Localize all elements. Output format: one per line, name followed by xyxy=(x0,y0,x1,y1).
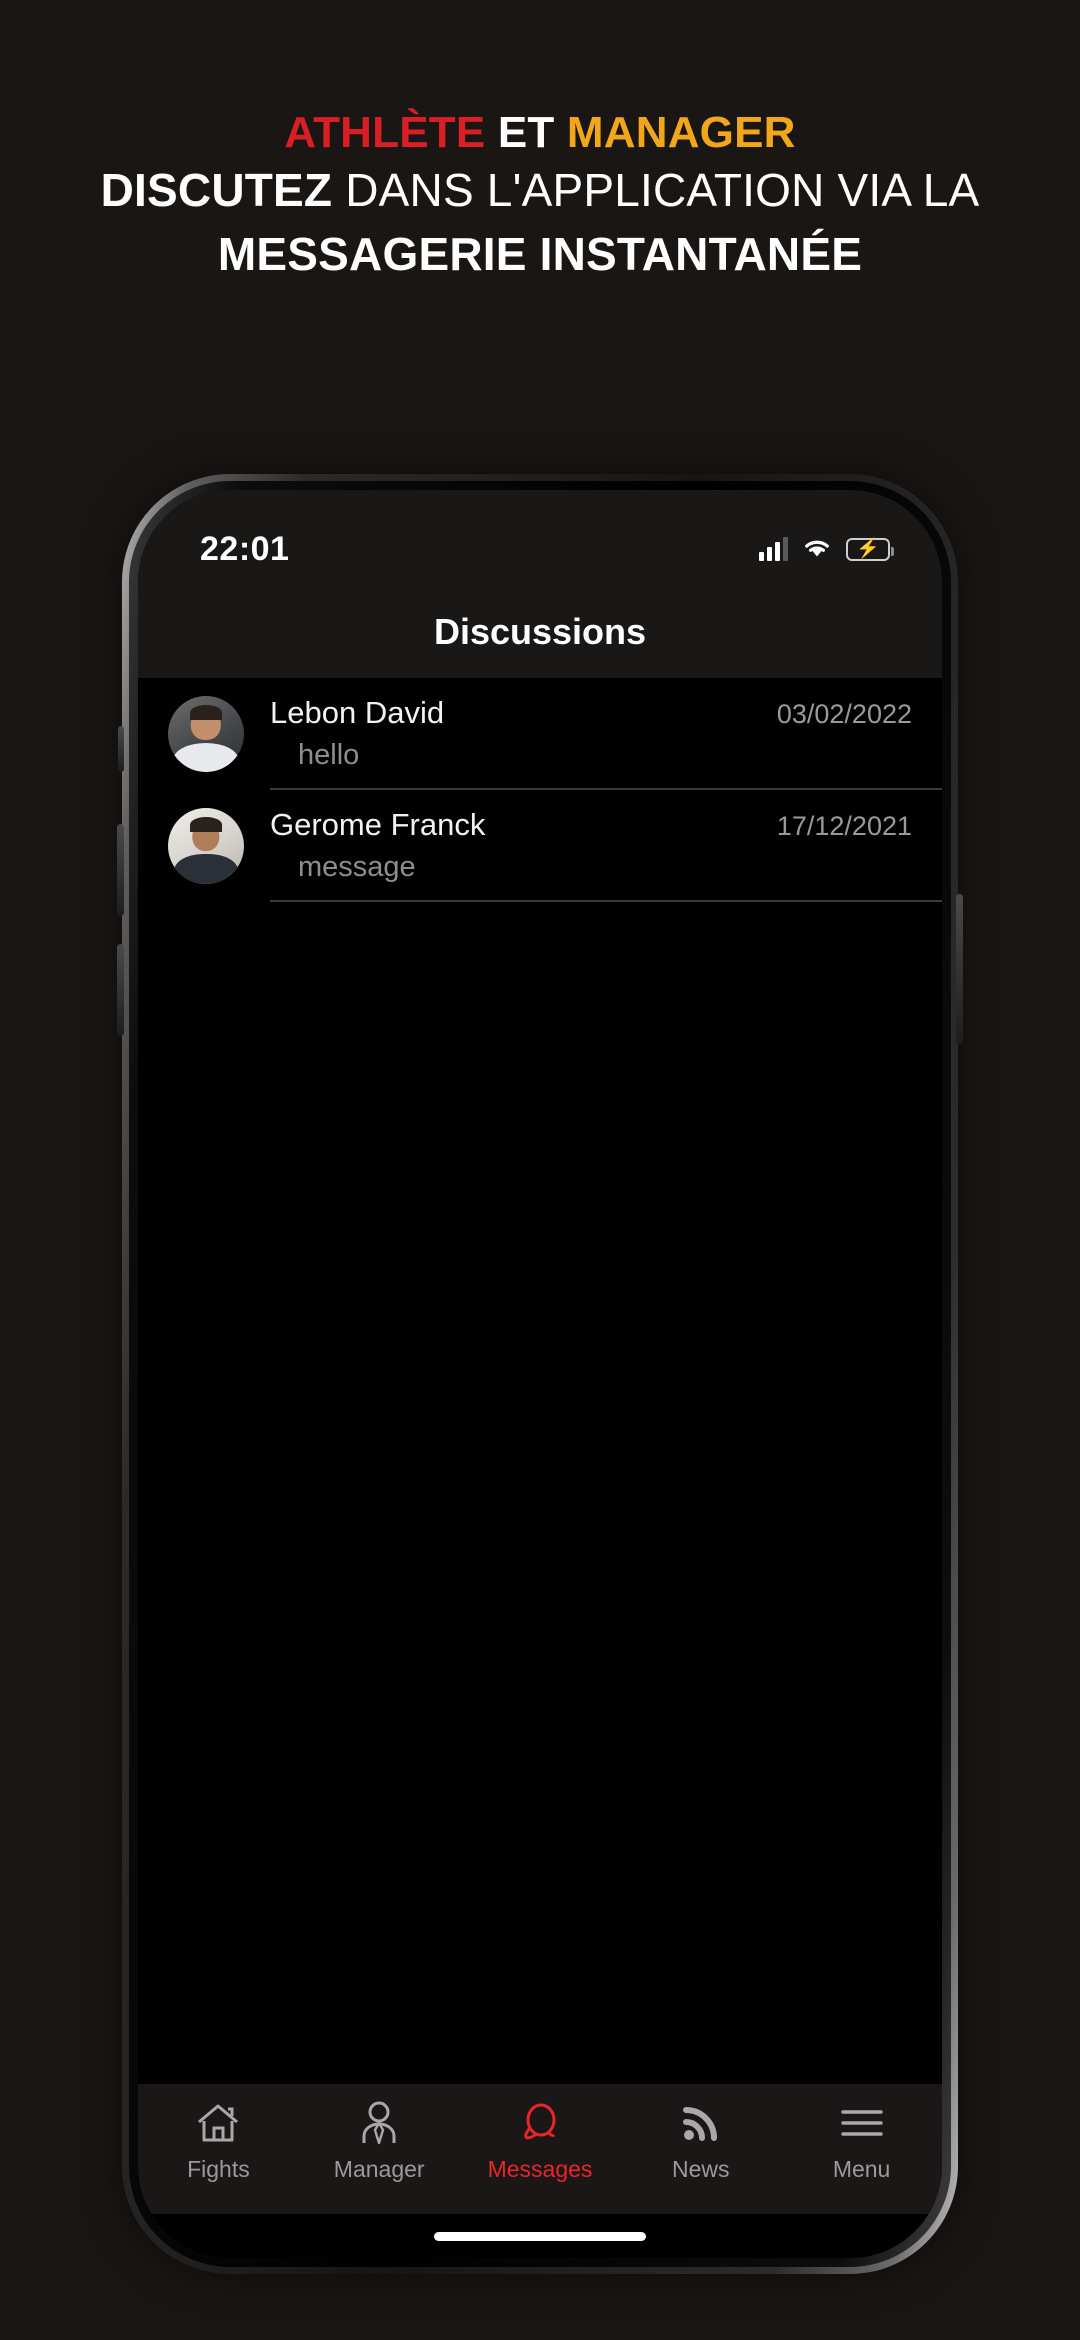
status-time: 22:01 xyxy=(200,529,290,568)
conversation-row[interactable]: Gerome Franck 17/12/2021 message xyxy=(138,790,942,902)
headline-et: ET xyxy=(497,108,555,157)
chat-bubble-icon xyxy=(518,2098,562,2148)
nav-bar: Discussions xyxy=(138,586,942,678)
tab-manager[interactable]: Manager xyxy=(299,2098,460,2183)
headline-manager: MANAGER xyxy=(566,108,796,157)
headline-athlete: ATHLÈTE xyxy=(284,108,486,157)
home-indicator[interactable] xyxy=(138,2214,942,2258)
charging-bolt-icon: ⚡ xyxy=(856,538,880,560)
tab-messages[interactable]: Messages xyxy=(460,2098,621,2183)
signal-bars-icon xyxy=(759,537,788,561)
conversation-list[interactable]: Lebon David 03/02/2022 hello Gerome Fran… xyxy=(138,678,942,2084)
conversation-name: Lebon David xyxy=(270,694,445,730)
tab-label: News xyxy=(672,2156,730,2182)
rss-icon xyxy=(681,2098,721,2148)
wifi-icon xyxy=(802,535,832,563)
conversation-preview: hello xyxy=(298,738,360,771)
phone-screen: 22:01 ⚡ Discussions Lebon David 03/02/20… xyxy=(138,490,942,2258)
phone-mockup: 22:01 ⚡ Discussions Lebon David 03/02/20… xyxy=(117,474,963,2274)
tab-label: Menu xyxy=(832,2156,891,2182)
volume-up-button[interactable] xyxy=(117,824,124,916)
headline-discutez: DISCUTEZ xyxy=(100,164,333,217)
battery-charging-icon: ⚡ xyxy=(846,537,894,561)
tab-fights[interactable]: Fights xyxy=(138,2098,299,2183)
headline-line-1: ATHLÈTE ET MANAGER xyxy=(0,104,1080,161)
headline-line-3: MESSAGERIE INSTANTANÉE xyxy=(217,227,863,280)
mute-switch[interactable] xyxy=(118,726,124,772)
tab-bar: Fights Manager Messages News Menu xyxy=(138,2084,942,2214)
person-icon xyxy=(358,2098,400,2148)
status-icons: ⚡ xyxy=(759,535,894,563)
volume-down-button[interactable] xyxy=(117,944,124,1036)
tab-menu[interactable]: Menu xyxy=(781,2098,942,2183)
tab-news[interactable]: News xyxy=(620,2098,781,2183)
conversation-preview: message xyxy=(298,850,416,883)
promo-screenshot: ATHLÈTE ET MANAGER DISCUTEZ DANS L'APPLI… xyxy=(0,0,1080,2340)
status-bar: 22:01 ⚡ xyxy=(138,490,942,586)
conversation-date: 03/02/2022 xyxy=(776,698,912,729)
headline-line-2: DISCUTEZ DANS L'APPLICATION VIA LA xyxy=(0,161,1080,221)
conversation-name: Gerome Franck xyxy=(270,806,486,842)
power-button[interactable] xyxy=(956,894,963,1044)
conversation-row[interactable]: Lebon David 03/02/2022 hello xyxy=(138,678,942,790)
headline-line2-rest: DANS L'APPLICATION VIA LA xyxy=(345,164,980,217)
promo-headline: ATHLÈTE ET MANAGER DISCUTEZ DANS L'APPLI… xyxy=(0,104,1080,285)
hamburger-icon xyxy=(840,2098,884,2148)
avatar xyxy=(168,808,244,884)
conversation-date: 17/12/2021 xyxy=(776,810,912,841)
tab-label: Manager xyxy=(333,2156,425,2182)
avatar xyxy=(168,696,244,772)
tab-label: Messages xyxy=(487,2156,593,2182)
phone-bezel: 22:01 ⚡ Discussions Lebon David 03/02/20… xyxy=(129,481,951,2267)
tab-label: Fights xyxy=(187,2156,250,2182)
home-icon xyxy=(195,2098,241,2148)
page-title: Discussions xyxy=(433,611,647,652)
